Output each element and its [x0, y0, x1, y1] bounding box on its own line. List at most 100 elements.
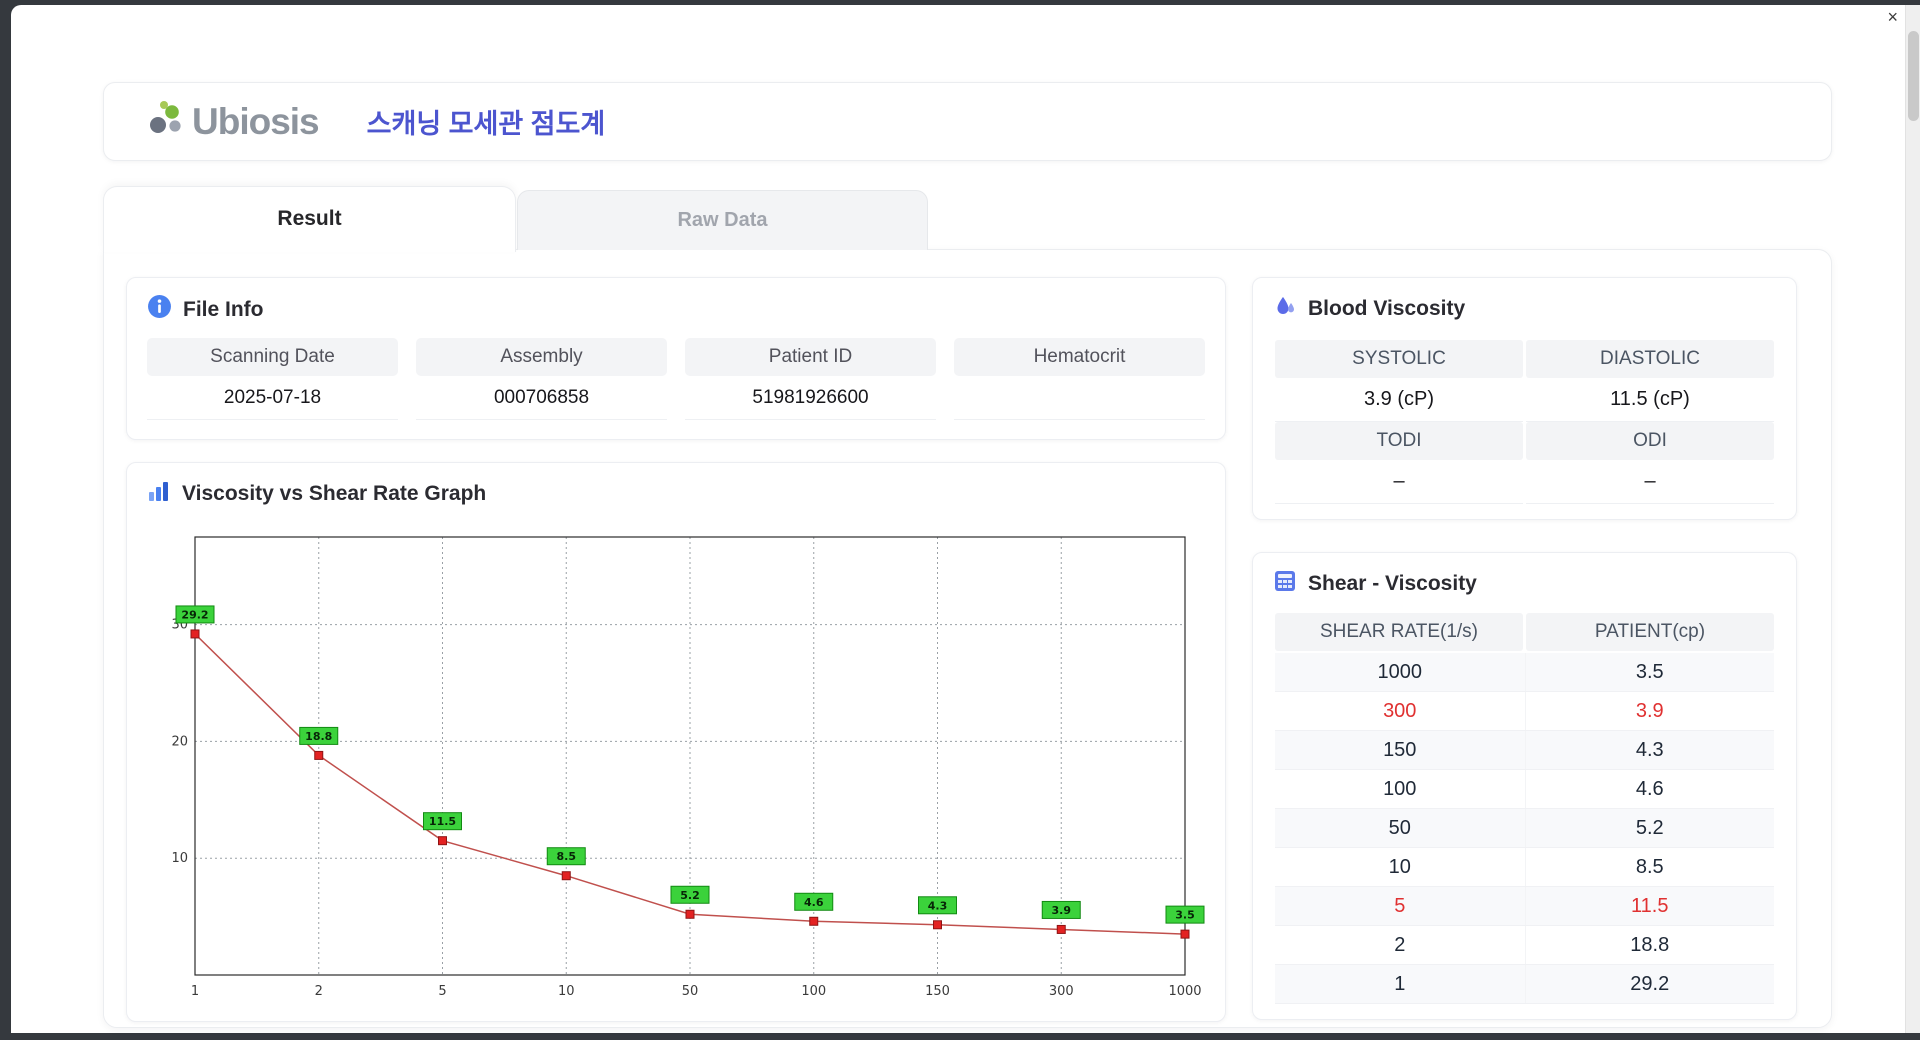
- field-label: Patient ID: [685, 338, 936, 376]
- field-value: [954, 376, 1205, 420]
- svg-text:1: 1: [191, 984, 199, 999]
- svg-text:2: 2: [315, 984, 323, 999]
- shear-viscosity-card: Shear - Viscosity SHEAR RATE(1/s) PATIEN…: [1252, 552, 1797, 1020]
- field-value: 51981926600: [685, 376, 936, 420]
- table-row: 5 11.5: [1275, 887, 1774, 926]
- field-scanning-date: Scanning Date 2025-07-18: [147, 338, 398, 420]
- shear-viscosity-title-text: Shear - Viscosity: [1308, 572, 1477, 595]
- field-hematocrit: Hematocrit: [954, 338, 1205, 420]
- patient-cell: 29.2: [1524, 965, 1775, 1003]
- systolic-value: 3.9 (cP): [1275, 378, 1523, 422]
- table-row: 1000 3.5: [1275, 653, 1774, 692]
- shear-viscosity-table: SHEAR RATE(1/s) PATIENT(cp) 1000 3.5 300…: [1275, 613, 1774, 1004]
- patient-cell: 11.5: [1524, 887, 1775, 925]
- file-info-title: File Info: [147, 294, 264, 325]
- app-window: × Ubiosis 스캐닝 모세관 점도계 Result Raw Data Fi…: [11, 5, 1920, 1033]
- blood-viscosity-card: Blood Viscosity SYSTOLIC DIASTOLIC 3.9 (…: [1252, 277, 1797, 520]
- svg-text:50: 50: [682, 984, 699, 999]
- svg-text:150: 150: [925, 984, 950, 999]
- patient-header: PATIENT(cp): [1526, 613, 1774, 651]
- logo-leaf-icon: [146, 99, 186, 144]
- app-logo: Ubiosis: [146, 99, 320, 144]
- svg-text:1000: 1000: [1168, 984, 1201, 999]
- svg-text:5: 5: [438, 984, 446, 999]
- info-icon: [147, 294, 172, 325]
- page-title: 스캐닝 모세관 점도계: [366, 109, 606, 139]
- shear-rate-cell: 150: [1383, 738, 1417, 761]
- table-row: 1 29.2: [1275, 965, 1774, 1004]
- svg-text:300: 300: [1049, 984, 1074, 999]
- blood-viscosity-title-text: Blood Viscosity: [1308, 297, 1466, 320]
- main-content-card: File Info Scanning Date 2025-07-18 Assem…: [103, 249, 1832, 1028]
- tab-result[interactable]: Result: [103, 186, 516, 252]
- table-row: 300 3.9: [1275, 692, 1774, 731]
- shear-rate-cell: 10: [1388, 855, 1411, 878]
- svg-text:3.5: 3.5: [1175, 909, 1195, 922]
- shear-rate-cell: 50: [1388, 816, 1411, 839]
- field-value: 2025-07-18: [147, 376, 398, 420]
- diastolic-value: 11.5 (cP): [1526, 378, 1774, 422]
- header-card: Ubiosis 스캐닝 모세관 점도계: [103, 82, 1832, 161]
- scrollbar-thumb[interactable]: [1908, 31, 1919, 121]
- viscosity-chart: 1020301 2 5 10 50 100 150 300 100029.218.811.58.…: [171, 536, 1205, 999]
- patient-cell: 8.5: [1524, 848, 1775, 886]
- shear-rate-cell: 1: [1394, 972, 1406, 995]
- svg-text:11.5: 11.5: [429, 815, 456, 828]
- svg-text:10: 10: [558, 984, 575, 999]
- odi-value: –: [1526, 460, 1774, 504]
- table-row: 150 4.3: [1275, 731, 1774, 770]
- grid-table-icon: [1273, 569, 1297, 599]
- shear-rate-cell: 1000: [1377, 660, 1423, 683]
- shear-rate-cell: 2: [1394, 933, 1406, 956]
- graph-title-text: Viscosity vs Shear Rate Graph: [182, 482, 487, 505]
- svg-text:29.2: 29.2: [181, 608, 208, 621]
- svg-text:18.8: 18.8: [305, 730, 332, 743]
- file-info-card: File Info Scanning Date 2025-07-18 Assem…: [126, 277, 1226, 440]
- droplet-icon: [1273, 294, 1297, 324]
- shear-rate-cell: 100: [1383, 777, 1417, 800]
- table-row: 100 4.6: [1275, 770, 1774, 809]
- patient-cell: 18.8: [1524, 926, 1775, 964]
- odi-header: ODI: [1526, 422, 1774, 460]
- field-label: Hematocrit: [954, 338, 1205, 376]
- table-row: 10 8.5: [1275, 848, 1774, 887]
- field-assembly: Assembly 000706858: [416, 338, 667, 420]
- patient-cell: 4.3: [1524, 731, 1775, 769]
- patient-cell: 3.9: [1524, 692, 1775, 730]
- svg-text:3.9: 3.9: [1052, 904, 1072, 917]
- blood-viscosity-title: Blood Viscosity: [1273, 294, 1465, 324]
- scrollbar[interactable]: [1905, 5, 1920, 1033]
- blood-viscosity-table: SYSTOLIC DIASTOLIC 3.9 (cP) 11.5 (cP) TO…: [1275, 340, 1774, 504]
- file-info-title-text: File Info: [183, 297, 264, 321]
- viscosity-graph-card: Viscosity vs Shear Rate Graph 10 20 30 1 2 5 1…: [126, 462, 1226, 1022]
- svg-text:20: 20: [171, 734, 188, 749]
- todi-value: –: [1275, 460, 1523, 504]
- shear-rate-cell: 300: [1383, 699, 1417, 722]
- bar-chart-icon: [147, 479, 171, 509]
- logo-text: Ubiosis: [192, 100, 320, 142]
- svg-text:4.3: 4.3: [928, 899, 948, 912]
- todi-header: TODI: [1275, 422, 1523, 460]
- patient-cell: 3.5: [1524, 653, 1775, 691]
- table-row: 2 18.8: [1275, 926, 1774, 965]
- field-value: 000706858: [416, 376, 667, 420]
- svg-text:8.5: 8.5: [557, 850, 577, 863]
- patient-cell: 4.6: [1524, 770, 1775, 808]
- shear-rate-header: SHEAR RATE(1/s): [1275, 613, 1523, 651]
- tab-raw-data[interactable]: Raw Data: [517, 190, 928, 250]
- svg-text:10: 10: [171, 851, 188, 866]
- graph-title: Viscosity vs Shear Rate Graph: [147, 479, 486, 509]
- svg-text:5.2: 5.2: [680, 889, 700, 902]
- field-label: Scanning Date: [147, 338, 398, 376]
- shear-viscosity-title: Shear - Viscosity: [1273, 569, 1477, 599]
- shear-rate-cell: 5: [1394, 894, 1406, 917]
- systolic-header: SYSTOLIC: [1275, 340, 1523, 378]
- table-row: 50 5.2: [1275, 809, 1774, 848]
- svg-text:4.6: 4.6: [804, 896, 824, 909]
- patient-cell: 5.2: [1524, 809, 1775, 847]
- diastolic-header: DIASTOLIC: [1526, 340, 1774, 378]
- field-label: Assembly: [416, 338, 667, 376]
- close-icon[interactable]: ×: [1887, 7, 1898, 27]
- svg-text:100: 100: [801, 984, 826, 999]
- field-patient-id: Patient ID 51981926600: [685, 338, 936, 420]
